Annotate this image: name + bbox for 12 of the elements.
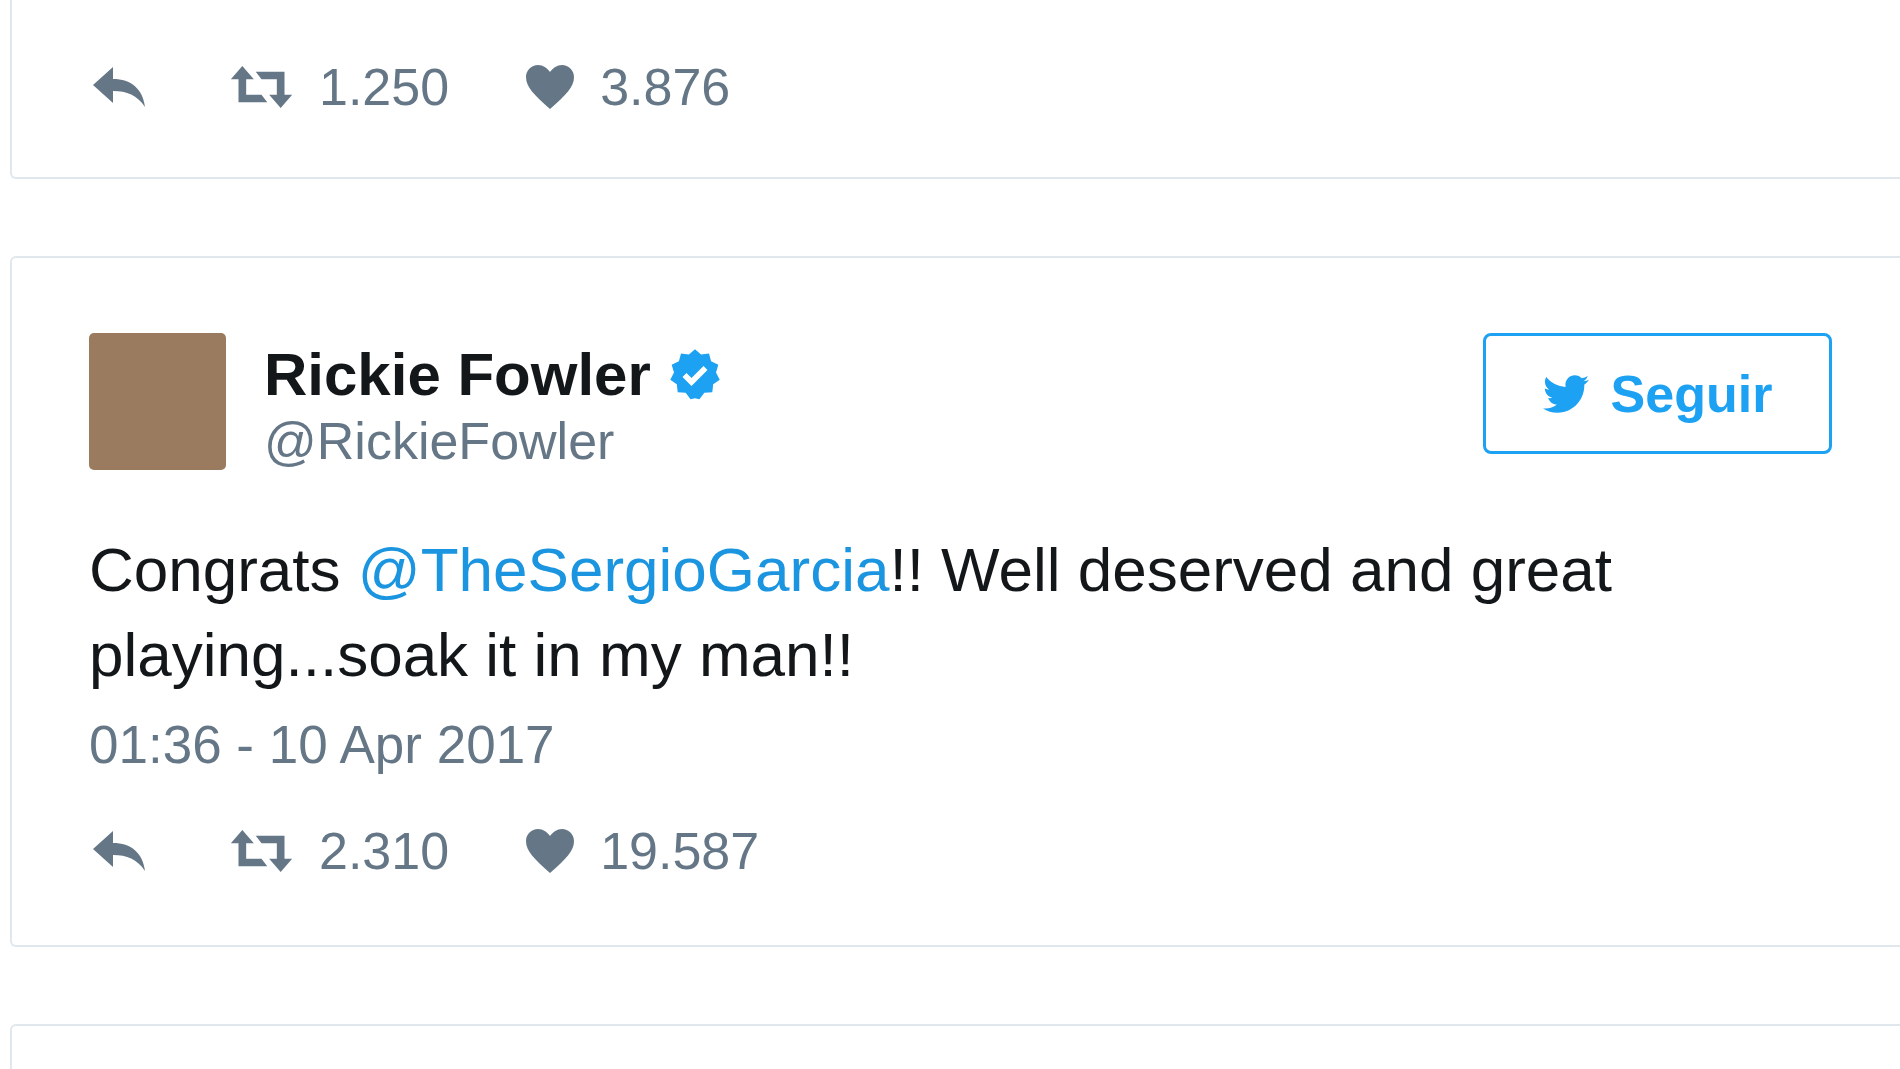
like-count: 19.587 xyxy=(600,821,760,881)
mention-link[interactable]: @TheSergioGarcia xyxy=(357,535,890,604)
heart-icon[interactable] xyxy=(524,63,577,111)
author-name[interactable]: Rickie Fowler xyxy=(264,339,651,411)
retweet-count: 2.310 xyxy=(319,821,450,881)
tweet-text: Congrats @TheSergioGarcia!! Well deserved and great playing...soak it in my man!! xyxy=(89,534,1614,691)
follow-button[interactable]: Seguir xyxy=(1483,333,1832,454)
author-handle[interactable]: @RickieFowler xyxy=(264,411,1483,471)
heart-icon[interactable] xyxy=(524,827,577,875)
like-count: 3.876 xyxy=(600,57,731,117)
retweet-count: 1.250 xyxy=(319,57,450,117)
tweet-timestamp[interactable]: 01:36 - 10 Apr 2017 xyxy=(89,715,1900,775)
